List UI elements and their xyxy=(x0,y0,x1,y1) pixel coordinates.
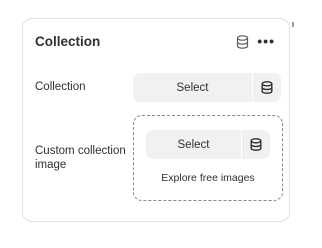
database-icon xyxy=(261,81,273,94)
collection-settings-card: Collection ••• Collection Select Custom … xyxy=(22,18,290,222)
image-dropzone[interactable]: Select Explore free images xyxy=(133,115,283,201)
more-options-icon[interactable]: ••• xyxy=(257,33,275,49)
collection-label: Collection xyxy=(35,81,86,93)
database-icon xyxy=(250,138,262,151)
collection-select-button[interactable]: Select xyxy=(133,73,252,102)
scrollbar-edge xyxy=(292,22,294,27)
image-source-button[interactable] xyxy=(241,130,270,159)
collection-picker: Select xyxy=(133,73,281,102)
database-icon[interactable] xyxy=(236,35,249,49)
explore-free-images-link[interactable]: Explore free images xyxy=(134,172,282,184)
image-select-button[interactable]: Select xyxy=(146,130,241,159)
image-picker: Select xyxy=(146,130,270,159)
card-header: Collection ••• xyxy=(35,33,277,54)
custom-collection-image-label: Custom collection image xyxy=(35,145,126,171)
collection-source-button[interactable] xyxy=(252,73,281,102)
card-title: Collection xyxy=(35,34,101,49)
